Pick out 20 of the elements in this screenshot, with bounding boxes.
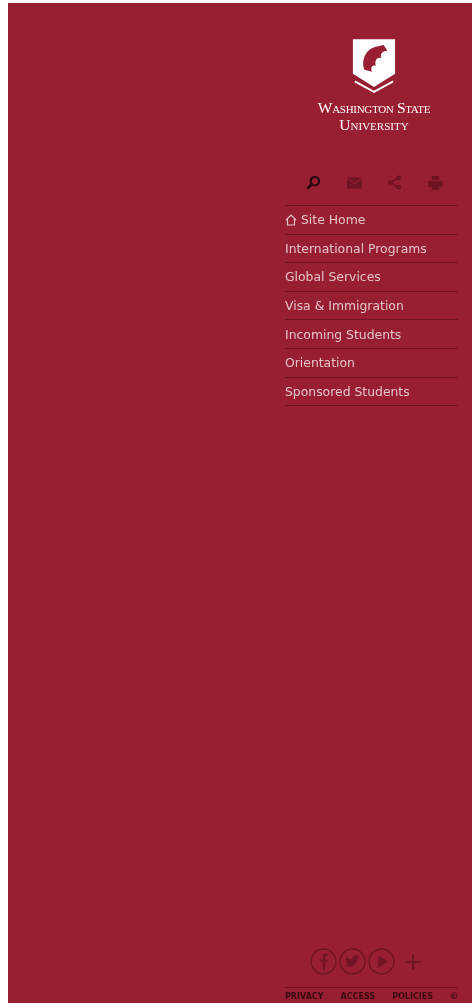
- nav-label: Site Home: [301, 212, 366, 228]
- nav-label: Global Services: [285, 269, 381, 285]
- facebook-icon[interactable]: [309, 948, 337, 975]
- nav-link[interactable]: Visa & Immigration: [285, 291, 458, 321]
- nav-label: Incoming Students: [285, 326, 402, 342]
- nav-link[interactable]: Sponsored Students: [285, 377, 458, 407]
- nav-label: Visa & Immigration: [285, 298, 404, 314]
- nav-link[interactable]: Orientation: [285, 348, 458, 378]
- university-wordmark: Washington State University: [317, 99, 431, 133]
- home-icon: [285, 213, 297, 226]
- twitter-icon[interactable]: [338, 948, 366, 975]
- nav-link[interactable]: Site Home: [285, 206, 458, 235]
- nav-label: Orientation: [285, 355, 355, 371]
- nav-link[interactable]: International Programs: [285, 234, 458, 264]
- nav-link[interactable]: Incoming Students: [285, 320, 458, 349]
- print-button[interactable]: [426, 173, 446, 192]
- nav-label: Sponsored Students: [285, 383, 410, 399]
- play-icon[interactable]: [367, 948, 395, 975]
- nav-link[interactable]: Global Services: [285, 263, 458, 292]
- nav-label: International Programs: [285, 240, 427, 256]
